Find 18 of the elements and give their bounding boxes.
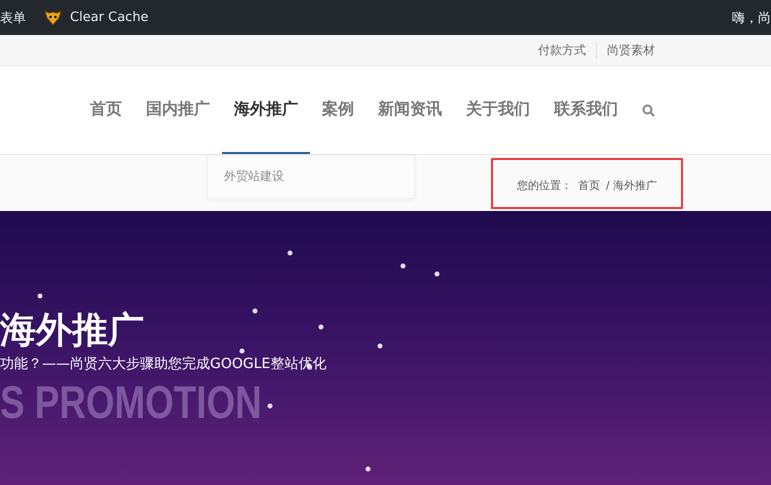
user-greeting[interactable]: 嗨，尚	[732, 8, 771, 26]
breadcrumb-link[interactable]: / 海外推广	[606, 178, 658, 192]
breadcrumb-link[interactable]: 首页	[578, 178, 600, 192]
nav-tab[interactable]: 新闻资讯	[366, 66, 454, 154]
banner-subtitle: 功能？——尚贤六大步骤助您完成GOOGLE整站优化	[0, 354, 328, 373]
breadcrumb-label: 您的位置：	[516, 178, 572, 192]
banner-watermark-text: S PROMOTION	[0, 376, 263, 428]
nav-tab[interactable]: 关于我们	[454, 66, 542, 154]
search-icon	[642, 104, 655, 116]
nav-tab[interactable]: 联系我们	[542, 66, 630, 154]
nav-tab[interactable]: 案例	[310, 66, 366, 154]
clear-cache-link[interactable]: Clear Cache	[44, 10, 149, 26]
nav-tab[interactable]: 首页	[78, 66, 134, 154]
top-link[interactable]: 付款方式	[528, 42, 596, 58]
dropdown-item[interactable]: 外贸站建设	[208, 156, 414, 197]
top-link[interactable]: 尚贤素材	[596, 42, 665, 58]
nav-tab[interactable]: 国内推广	[134, 66, 222, 154]
admin-menu-item[interactable]: 表单	[0, 8, 26, 26]
